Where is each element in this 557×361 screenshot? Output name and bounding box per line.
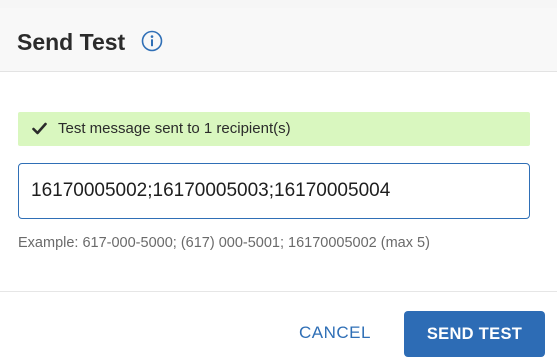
recipients-input[interactable] bbox=[18, 163, 530, 219]
cancel-button[interactable]: CANCEL bbox=[285, 311, 385, 355]
success-alert: Test message sent to 1 recipient(s) bbox=[18, 112, 530, 146]
checkmark-icon bbox=[32, 122, 47, 135]
dialog-title: Send Test bbox=[17, 29, 126, 55]
send-test-button[interactable]: SEND TEST bbox=[404, 311, 545, 357]
footer-divider bbox=[0, 291, 557, 292]
top-strip bbox=[0, 0, 557, 8]
alert-message: Test message sent to 1 recipient(s) bbox=[58, 120, 291, 137]
send-test-dialog: Send Test Test message sent to 1 recipie… bbox=[0, 0, 557, 361]
recipients-hint: Example: 617-000-5000; (617) 000-5001; 1… bbox=[18, 235, 430, 251]
info-circle-icon[interactable] bbox=[141, 30, 163, 52]
dialog-header: Send Test bbox=[0, 8, 557, 72]
